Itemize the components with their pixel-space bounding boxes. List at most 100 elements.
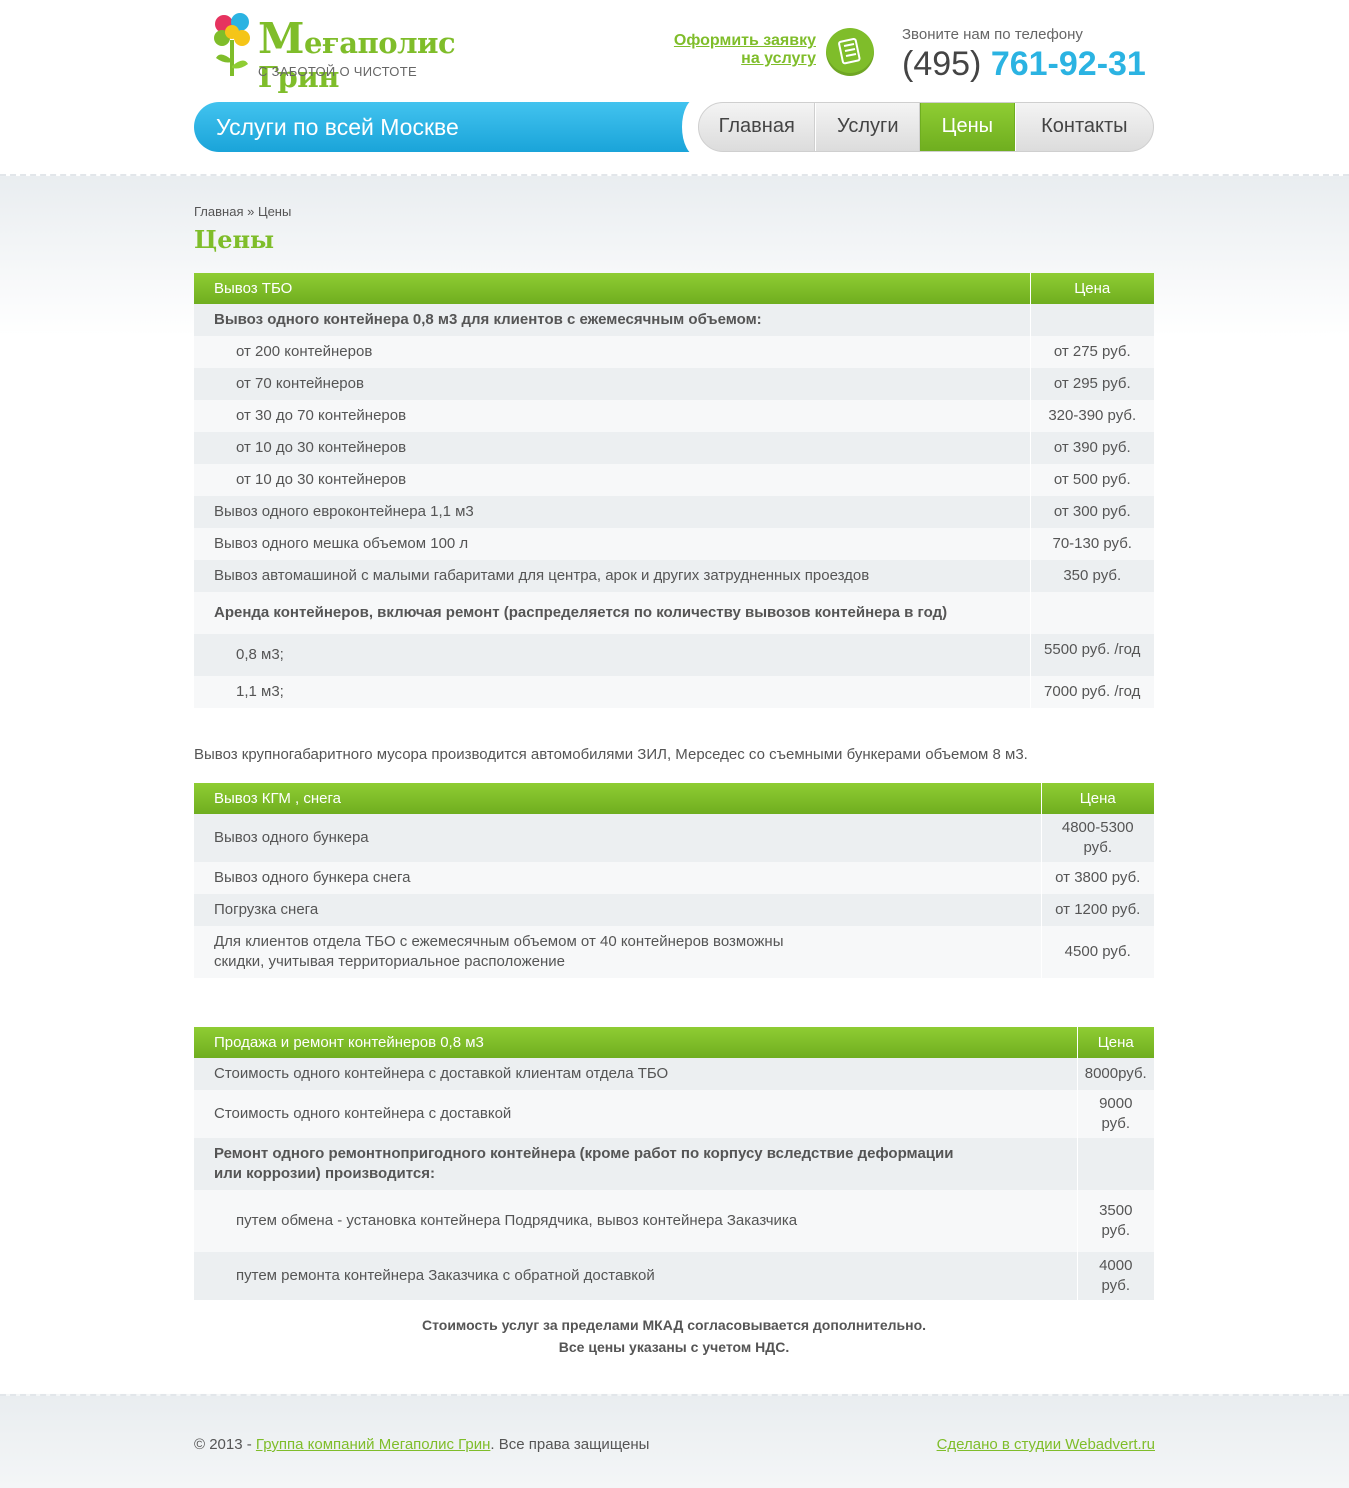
- bulky-waste-note: Вывоз крупногабаритного мусора производи…: [194, 746, 1028, 763]
- row-price: 320-390 руб.: [1029, 400, 1154, 432]
- main-content: Главная » Цены Цены Вывоз ТБО Цена Вывоз…: [0, 174, 1349, 1394]
- row-price: [1029, 592, 1154, 634]
- logo-tagline: С ЗАБОТОЙ О ЧИСТОТЕ: [258, 64, 417, 79]
- row-price: 70-130 руб.: [1029, 528, 1154, 560]
- breadcrumb: Главная » Цены: [194, 204, 292, 219]
- row-price: от 295 руб.: [1029, 368, 1154, 400]
- row-price: от 1200 руб.: [1040, 894, 1154, 926]
- page-title: Цены: [194, 225, 275, 254]
- row-service: Вывоз одного евроконтейнера 1,1 м3: [194, 496, 1030, 528]
- table-row: путем ремонта контейнера Заказчика с обр…: [194, 1252, 1154, 1300]
- table-row: Стоимость одного контейнера с доставкой 9…: [194, 1090, 1154, 1138]
- table-row: Вывоз одного мешка объемом 100 л 70-130 р…: [194, 528, 1154, 560]
- table-header-service: Продажа и ремонт контейнеров 0,8 м3: [194, 1027, 1077, 1058]
- table-row: путем обмена - установка контейнера Подр…: [194, 1190, 1154, 1252]
- price-summary: Стоимость услуг за пределами МКАД соглас…: [194, 1314, 1154, 1358]
- nav-item-contacts[interactable]: Контакты: [1014, 103, 1153, 151]
- phone-number[interactable]: (495) 761-92-31: [902, 45, 1162, 83]
- row-service: от 200 контейнеров: [194, 336, 1030, 368]
- breadcrumb-current: Цены: [257, 204, 292, 219]
- row-service: Вывоз автомашиной с малыми габаритами дл…: [194, 560, 1030, 592]
- row-service: Стоимость одного контейнера с доставкой …: [194, 1058, 1077, 1090]
- container-sales-table: Продажа и ремонт контейнеров 0,8 м3 Цена…: [194, 1027, 1154, 1300]
- banner-text: Услуги по всей Москве: [216, 114, 459, 140]
- table-row: от 30 до 70 контейнеров 320-390 руб.: [194, 400, 1154, 432]
- row-service: Аренда контейнеров, включая ремонт (расп…: [194, 592, 1030, 634]
- row-price: от 3800 руб.: [1040, 862, 1154, 894]
- table-header-row: Вывоз КГМ , снега Цена: [194, 783, 1154, 814]
- phone-block: Звоните нам по телефону (495) 761-92-31: [902, 26, 1162, 83]
- nav-item-home[interactable]: Главная: [699, 103, 816, 151]
- row-price: 3500 руб.: [1076, 1190, 1154, 1252]
- site-footer: © 2013 - Группа компаний Мегаполис Грин.…: [0, 1394, 1349, 1488]
- flower-logo-icon: [214, 13, 250, 76]
- studio-link[interactable]: Сделано в студии Webadvert.ru: [937, 1436, 1155, 1453]
- row-service: Вывоз одного мешка объемом 100 л: [194, 528, 1030, 560]
- tbo-price-table: Вывоз ТБО Цена Вывоз одного контейнера 0…: [194, 273, 1154, 708]
- table-row: Вывоз одного евроконтейнера 1,1 м3 от 300…: [194, 496, 1154, 528]
- table-row: от 70 контейнеров от 295 руб.: [194, 368, 1154, 400]
- table-row: Ремонт одного ремонтнопригодного контейн…: [194, 1138, 1154, 1190]
- row-price: [1076, 1138, 1154, 1190]
- table-header-row: Продажа и ремонт контейнеров 0,8 м3 Цена: [194, 1027, 1154, 1058]
- row-service: Погрузка снега: [194, 894, 1041, 926]
- site-header: Меғаполис Грин С ЗАБОТОЙ О ЧИСТОТЕ Оформ…: [194, 0, 1154, 176]
- row-service: Ремонт одного ремонтнопригодного контейн…: [194, 1138, 1077, 1190]
- summary-vat: Все цены указаны с учетом НДС.: [558, 1339, 790, 1355]
- row-service: путем обмена - установка контейнера Подр…: [194, 1190, 1077, 1252]
- footer-studio: Сделано в студии Webadvert.ru: [937, 1436, 1155, 1453]
- breadcrumb-home-link[interactable]: Главная: [194, 204, 243, 219]
- services-banner: Услуги по всей Москве: [194, 102, 694, 152]
- table-header-service: Вывоз КГМ , снега: [194, 783, 1041, 814]
- nav-item-prices[interactable]: Цены: [920, 103, 1015, 151]
- table-header-price: Цена: [1029, 273, 1154, 304]
- row-price: 350 руб.: [1029, 560, 1154, 592]
- table-row: от 200 контейнеров от 275 руб.: [194, 336, 1154, 368]
- table-row: Вывоз одного бункера 4800-5300 руб.: [194, 814, 1154, 862]
- row-price: 9000 руб.: [1076, 1090, 1154, 1138]
- table-row: Погрузка снега от 1200 руб.: [194, 894, 1154, 926]
- row-service: Вывоз одного бункера: [194, 814, 1041, 862]
- row-service: Вывоз одного бункера снега: [194, 862, 1041, 894]
- row-price: 8000руб.: [1076, 1058, 1154, 1090]
- table-row: от 10 до 30 контейнеров от 390 руб.: [194, 432, 1154, 464]
- row-service: от 70 контейнеров: [194, 368, 1030, 400]
- row-price: 4000 руб.: [1076, 1252, 1154, 1300]
- table-header-price: Цена: [1040, 783, 1154, 814]
- row-price: [1029, 304, 1154, 336]
- table-row: Вывоз одного бункера снега от 3800 руб.: [194, 862, 1154, 894]
- table-row: 0,8 м3; 5500 руб. /год: [194, 634, 1154, 676]
- summary-mkad: Стоимость услуг за пределами МКАД соглас…: [421, 1317, 927, 1333]
- row-price: 7000 руб. /год: [1029, 676, 1154, 708]
- nav-item-services[interactable]: Услуги: [815, 103, 921, 151]
- table-row: Аренда контейнеров, включая ремонт (расп…: [194, 592, 1154, 634]
- row-price: 5500 руб. /год: [1029, 634, 1154, 676]
- row-service: от 10 до 30 контейнеров: [194, 432, 1030, 464]
- row-price: от 500 руб.: [1029, 464, 1154, 496]
- row-service: Для клиентов отдела ТБО с ежемесячным об…: [194, 926, 1041, 978]
- row-price: от 275 руб.: [1029, 336, 1154, 368]
- row-service: 1,1 м3;: [194, 676, 1030, 708]
- table-row: Для клиентов отдела ТБО с ежемесячным об…: [194, 926, 1154, 978]
- row-service: Вывоз одного контейнера 0,8 м3 для клиен…: [194, 304, 1030, 336]
- table-row: Вывоз одного контейнера 0,8 м3 для клиен…: [194, 304, 1154, 336]
- footer-copyright: © 2013 - Группа компаний Мегаполис Грин.…: [194, 1436, 650, 1453]
- row-price: от 390 руб.: [1029, 432, 1154, 464]
- row-service: от 10 до 30 контейнеров: [194, 464, 1030, 496]
- table-row: Вывоз автомашиной с малыми габаритами дл…: [194, 560, 1154, 592]
- order-form-icon[interactable]: [826, 28, 874, 76]
- table-header-row: Вывоз ТБО Цена: [194, 273, 1154, 304]
- row-service: 0,8 м3;: [194, 634, 1030, 676]
- kgm-price-table: Вывоз КГМ , снега Цена Вывоз одного бунк…: [194, 783, 1154, 978]
- row-price: 4800-5300 руб.: [1040, 814, 1154, 862]
- site-logo[interactable]: Меғаполис Грин С ЗАБОТОЙ О ЧИСТОТЕ: [210, 8, 520, 94]
- company-link[interactable]: Группа компаний Мегаполис Грин: [256, 1436, 490, 1453]
- table-header-service: Вывоз ТБО: [194, 273, 1030, 304]
- phone-label: Звоните нам по телефону: [902, 26, 1083, 43]
- row-service: Стоимость одного контейнера с доставкой: [194, 1090, 1077, 1138]
- order-service-link[interactable]: Оформить заявку на услугу: [666, 32, 816, 68]
- row-price: от 300 руб.: [1029, 496, 1154, 528]
- table-row: от 10 до 30 контейнеров от 500 руб.: [194, 464, 1154, 496]
- order-service-block: Оформить заявку на услугу: [674, 28, 874, 82]
- table-row: 1,1 м3; 7000 руб. /год: [194, 676, 1154, 708]
